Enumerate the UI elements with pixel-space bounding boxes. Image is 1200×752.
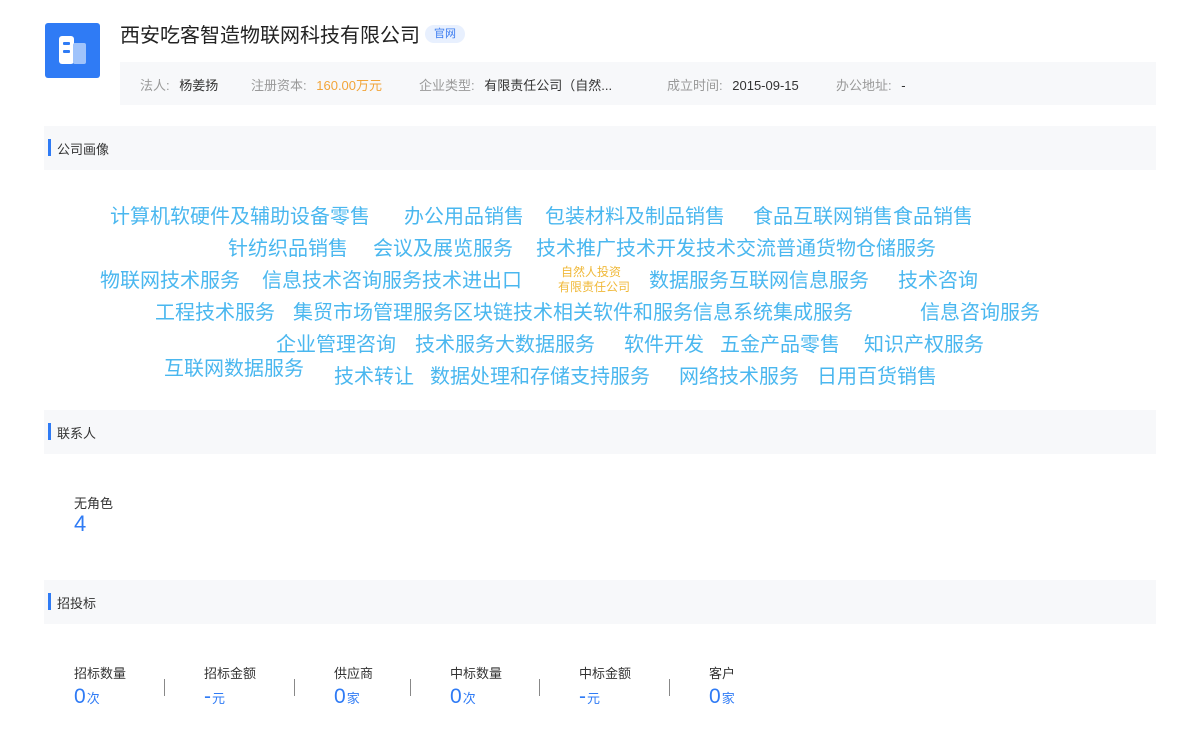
official-website-tag[interactable]: 官网: [425, 25, 465, 43]
cloud-word[interactable]: 自然人投资: [561, 265, 621, 279]
cloud-word[interactable]: 互联网数据服务: [164, 352, 304, 381]
company-name: 西安吃客智造物联网科技有限公司: [120, 25, 420, 47]
section-title: 公司画像: [57, 142, 110, 157]
stat-win-amount: 中标金额 -元: [579, 666, 632, 708]
section-title: 联系人: [57, 426, 97, 441]
cloud-word[interactable]: 网络技术服务: [679, 360, 799, 389]
section-title: 招投标: [57, 596, 97, 611]
cloud-word[interactable]: 会议及展览服务: [373, 232, 513, 261]
stat-unit: 元: [587, 691, 601, 706]
word-cloud: 计算机软硬件及辅助设备零售 办公用品销售 包装材料及制品销售 食品互联网销售食品…: [0, 0, 1200, 752]
cloud-word[interactable]: 数据处理和存储支持服务: [430, 360, 650, 389]
cloud-word[interactable]: 针纺织品销售: [228, 232, 348, 261]
founded-date-value: 2015-09-15: [732, 78, 799, 93]
cloud-word[interactable]: 集贸市场管理服务区块链技术相关软件和服务信息系统集成服务: [293, 296, 853, 325]
cloud-word[interactable]: 数据服务互联网信息服务: [649, 264, 869, 293]
founded-date: 成立时间: 2015-09-15: [667, 78, 799, 93]
cloud-word[interactable]: 五金产品零售: [720, 328, 840, 357]
cloud-word[interactable]: 食品互联网销售食品销售: [753, 200, 973, 229]
contact-count[interactable]: 4: [74, 511, 86, 537]
stat-value[interactable]: 0: [450, 685, 462, 708]
section-contacts-header: 联系人: [44, 410, 1156, 454]
office-address: 办公地址: -: [836, 78, 906, 93]
registered-capital: 注册资本: 160.00万元: [251, 78, 383, 93]
cloud-word[interactable]: 工程技术服务: [155, 296, 275, 325]
office-address-value: -: [901, 78, 906, 93]
stat-value[interactable]: 0: [334, 685, 346, 708]
registered-capital-value: 160.00万元: [316, 78, 383, 93]
stat-value[interactable]: -: [579, 685, 586, 708]
cloud-word[interactable]: 技术服务大数据服务: [415, 328, 595, 357]
cloud-word[interactable]: 信息咨询服务: [920, 296, 1040, 325]
section-portrait-header: 公司画像: [44, 126, 1156, 170]
cloud-word[interactable]: 物联网技术服务: [100, 264, 240, 293]
divider: [164, 679, 165, 696]
company-type-value: 有限责任公司（自然...: [484, 78, 613, 93]
stat-value[interactable]: 0: [74, 685, 86, 708]
stat-value[interactable]: 0: [709, 685, 721, 708]
stat-suppliers: 供应商 0家: [334, 666, 374, 708]
cloud-word[interactable]: 日用百货销售: [817, 360, 937, 389]
cloud-word[interactable]: 知识产权服务: [864, 328, 984, 357]
divider: [294, 679, 295, 696]
cloud-word[interactable]: 办公用品销售: [404, 200, 524, 229]
stat-unit: 家: [721, 691, 735, 706]
company-type: 企业类型: 有限责任公司（自然...: [419, 78, 613, 93]
company-info-bar: 法人: 杨姜扬 注册资本: 160.00万元 企业类型: 有限责任公司（自然..…: [120, 62, 1156, 105]
stat-bid-count: 招标数量 0次: [74, 666, 127, 708]
cloud-word[interactable]: 技术转让: [334, 360, 414, 389]
section-bidding-header: 招投标: [44, 580, 1156, 624]
cloud-word[interactable]: 计算机软硬件及辅助设备零售: [110, 200, 370, 229]
stat-unit: 次: [462, 691, 476, 706]
cloud-word[interactable]: 技术推广技术开发技术交流普通货物仓储服务: [536, 232, 936, 261]
cloud-word[interactable]: 信息技术咨询服务技术进出口: [262, 264, 522, 293]
company-logo-icon: [45, 23, 100, 78]
divider: [539, 679, 540, 696]
stat-unit: 家: [346, 691, 360, 706]
stat-bid-amount: 招标金额 -元: [204, 666, 257, 708]
cloud-word[interactable]: 有限责任公司: [558, 280, 630, 294]
cloud-word[interactable]: 软件开发: [624, 328, 704, 357]
stat-unit: 次: [86, 691, 100, 706]
legal-person-value[interactable]: 杨姜扬: [179, 78, 218, 93]
legal-person: 法人: 杨姜扬: [140, 78, 219, 93]
stat-customers: 客户 0家: [709, 666, 736, 708]
stat-value[interactable]: -: [204, 685, 211, 708]
contact-role-label: 无角色: [74, 496, 114, 511]
divider: [410, 679, 411, 696]
stat-win-count: 中标数量 0次: [450, 666, 503, 708]
divider: [669, 679, 670, 696]
cloud-word[interactable]: 包装材料及制品销售: [545, 200, 725, 229]
stat-unit: 元: [212, 691, 226, 706]
cloud-word[interactable]: 技术咨询: [898, 264, 978, 293]
